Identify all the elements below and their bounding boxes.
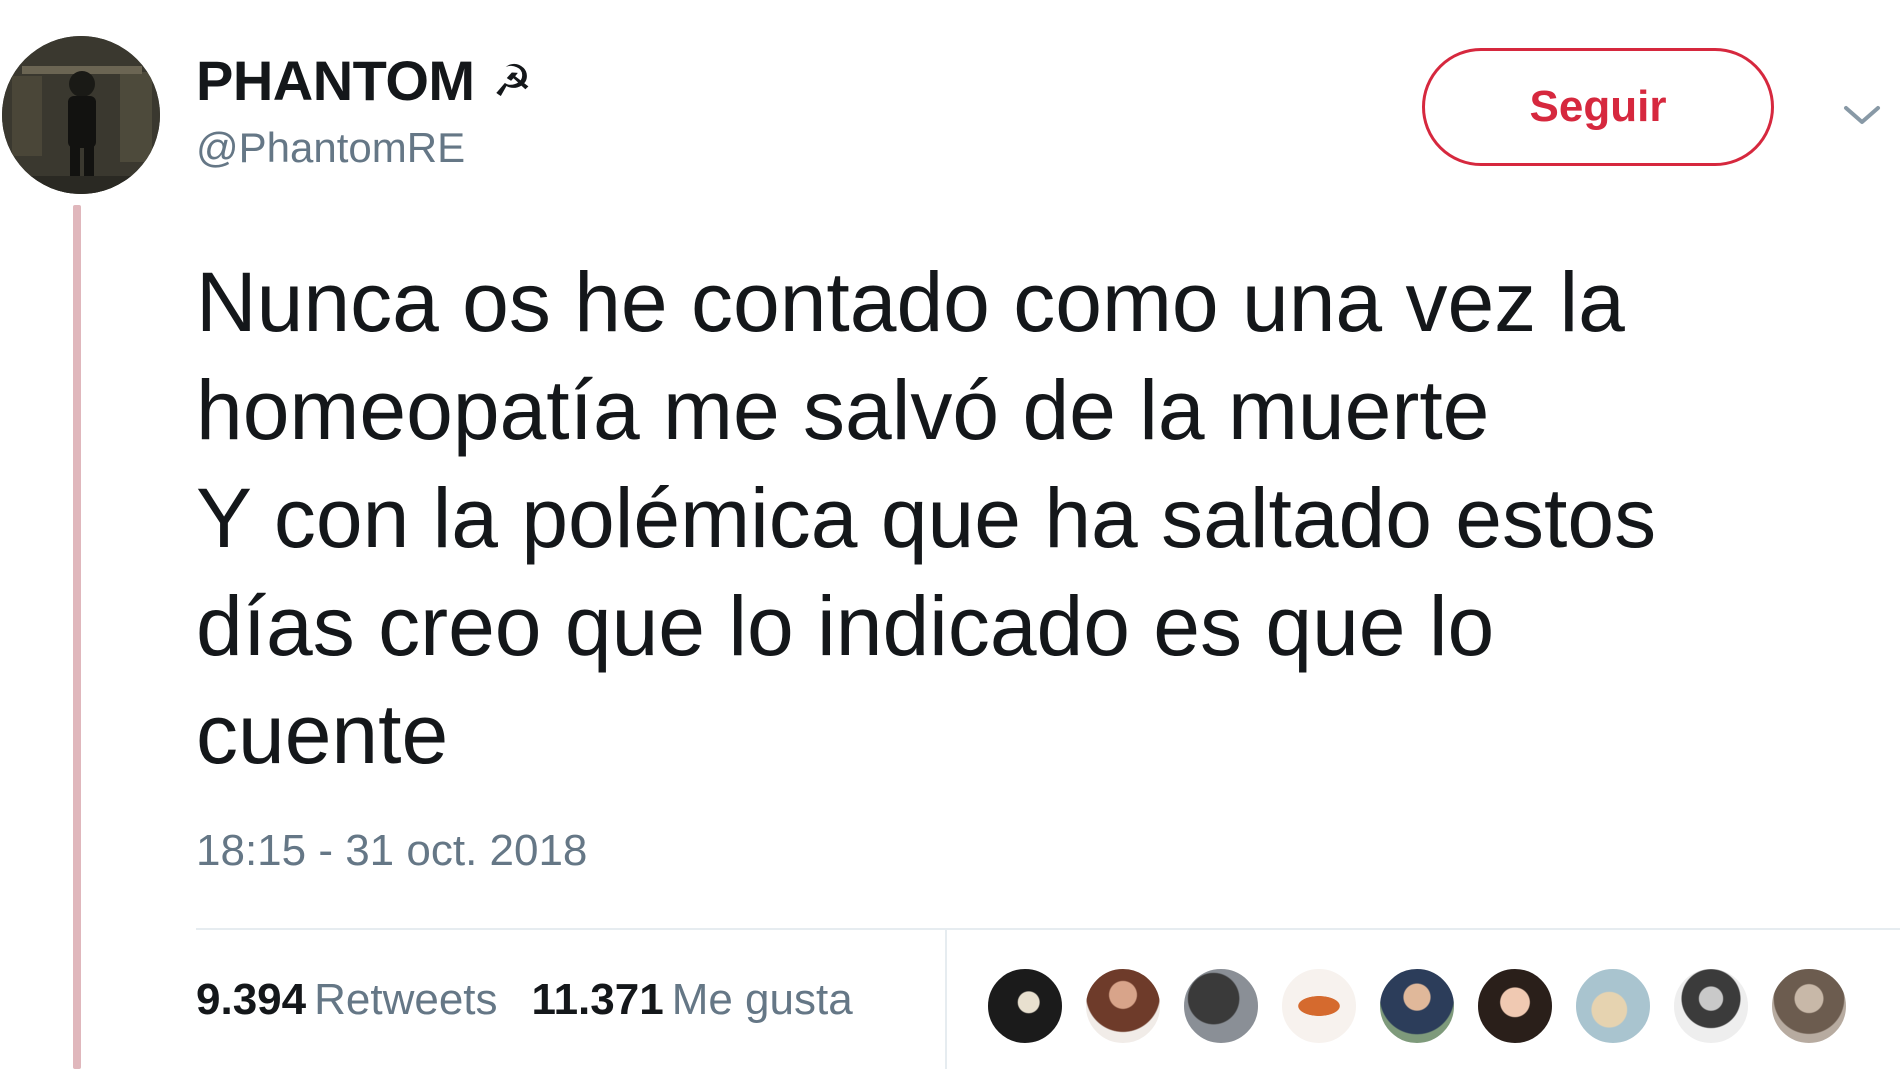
retweets-stat[interactable]: 9.394 Retweets	[196, 975, 498, 1025]
divider	[196, 928, 1900, 930]
likes-stat[interactable]: 11.371 Me gusta	[532, 975, 853, 1025]
avatar-image	[2, 36, 160, 194]
liker-avatar[interactable]	[1573, 966, 1653, 1046]
stats-divider	[945, 930, 947, 1069]
tweet-text-line: cuente	[196, 687, 449, 781]
chevron-down-icon[interactable]	[1842, 100, 1882, 130]
follow-button-label: Seguir	[1529, 82, 1667, 131]
liker-avatar[interactable]	[1181, 966, 1261, 1046]
user-handle[interactable]: @PhantomRE	[196, 124, 465, 172]
tweet-text-line: días creo que lo indicado es que lo	[196, 579, 1495, 673]
tweet-stats: 9.394 Retweets 11.371 Me gusta	[196, 975, 887, 1025]
liker-avatar[interactable]	[1475, 966, 1555, 1046]
display-name-text[interactable]: PHANTOM	[196, 49, 475, 112]
liker-avatar[interactable]	[1377, 966, 1457, 1046]
liker-avatar[interactable]	[1671, 966, 1751, 1046]
likes-label: Me gusta	[671, 975, 853, 1024]
tweet-text: Nunca os he contado como una vez la home…	[196, 248, 1876, 788]
tweet-timestamp[interactable]: 18:15 - 31 oct. 2018	[196, 826, 587, 876]
liker-avatar[interactable]	[985, 966, 1065, 1046]
tweet-text-line: homeopatía me salvó de la muerte	[196, 363, 1490, 457]
thread-line	[73, 205, 81, 1069]
liker-avatar[interactable]	[1279, 966, 1359, 1046]
follow-button[interactable]: Seguir	[1422, 48, 1774, 166]
retweets-count: 9.394	[196, 975, 307, 1024]
liker-avatar[interactable]	[1083, 966, 1163, 1046]
display-name[interactable]: PHANTOM ☭	[196, 48, 532, 113]
tweet-text-line: Nunca os he contado como una vez la	[196, 255, 1625, 349]
likes-count: 11.371	[531, 975, 664, 1024]
tweet-card: PHANTOM ☭ @PhantomRE Seguir Nunca os he c…	[0, 0, 1900, 1069]
hammer-sickle-icon: ☭	[492, 57, 532, 106]
avatar[interactable]	[2, 36, 160, 194]
tweet-text-line: Y con la polémica que ha saltado estos	[196, 471, 1657, 565]
liker-avatar[interactable]	[1769, 966, 1849, 1046]
retweets-label: Retweets	[314, 975, 498, 1024]
